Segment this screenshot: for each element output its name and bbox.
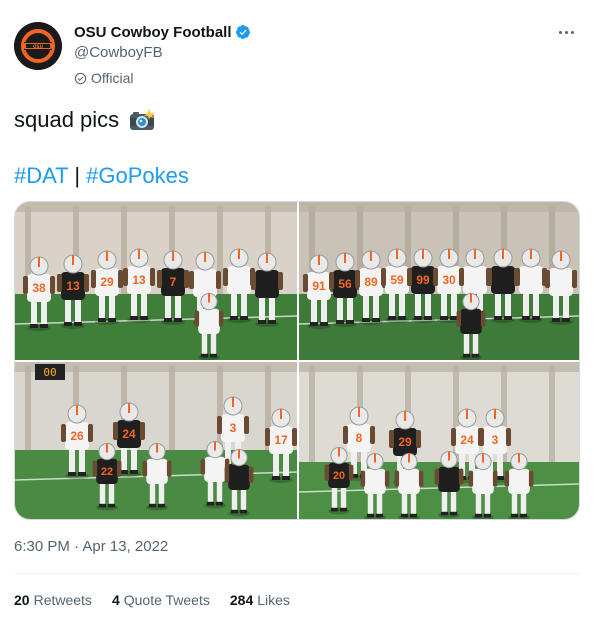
quote-tweets-label: Quote Tweets [123,592,210,608]
retweets-stat[interactable]: 20 Retweets [14,592,92,608]
tweet-timestamp[interactable]: 6:30 PM · Apr 13, 2022 [14,538,168,555]
jersey-number: 22 [101,466,113,478]
check-circle-icon [74,72,87,84]
jersey-number: 29 [398,435,412,449]
jersey-number: 24 [122,427,136,441]
avatar[interactable]: OSU [14,22,62,70]
jersey-number: 30 [442,273,456,287]
jersey-number: 91 [312,279,326,293]
likes-count: 284 [229,592,254,608]
hashtag-separator: | [68,163,87,188]
camera-with-flash-icon [130,109,156,130]
jersey-number: 38 [32,281,46,295]
likes-stat[interactable]: 284 Likes [230,592,290,608]
jersey-number: 17 [274,433,288,447]
handle[interactable]: @CowboyFB [74,44,251,64]
team-photo-3[interactable]: 00 26 24 3 17 22 [15,362,297,519]
tweet-text: squad pics [14,106,156,134]
osu-logo-icon: OSU [14,22,62,70]
tweet-text-content: squad pics [14,107,120,132]
divider [14,573,580,574]
engagement-stats: 20 Retweets 4 Quote Tweets 284 Likes [14,592,310,608]
jersey-number: 99 [416,273,430,287]
more-options-icon[interactable] [554,24,578,40]
team-photo-4[interactable]: 8 29 24 3 20 [299,362,579,519]
jersey-number: 13 [132,273,146,287]
official-label: Official [91,70,134,86]
team-photo-1[interactable]: 38 13 29 13 7 [15,202,297,360]
jersey-number: 8 [356,431,363,445]
quote-tweets-count: 4 [111,592,120,608]
verified-badge-icon [235,25,250,39]
author-info: OSU Cowboy Football @CowboyFB Official [74,22,251,87]
hashtag-row: #DAT | #GoPokes [14,162,189,190]
svg-text:OSU: OSU [33,44,44,49]
jersey-number: 7 [170,275,177,289]
jersey-number: 13 [66,279,80,293]
jersey-number: 56 [338,277,352,291]
jersey-number: 26 [70,429,84,443]
jersey-number: 24 [460,433,474,447]
scoreboard-text: 00 [43,366,56,379]
media-grid: 38 13 29 13 7 91 56 89 59 99 30 00 26 24 3 17 22 8 29 24… [14,201,580,520]
jersey-number: 59 [390,273,404,287]
hashtag-gopokes[interactable]: #GoPokes [86,163,189,188]
jersey-number: 3 [492,433,499,447]
jersey-number: 89 [364,275,378,289]
jersey-number: 20 [333,470,345,482]
jersey-number: 29 [100,275,114,289]
jersey-number: 3 [230,421,237,435]
display-name[interactable]: OSU Cowboy Football [74,24,232,41]
team-photo-2[interactable]: 91 56 89 59 99 30 [299,202,579,360]
retweets-label: Retweets [33,592,92,608]
quote-tweets-stat[interactable]: 4 Quote Tweets [112,592,210,608]
hashtag-dat[interactable]: #DAT [14,163,68,188]
likes-label: Likes [257,592,290,608]
official-badge: Official [74,69,251,87]
retweets-count: 20 [14,592,30,608]
